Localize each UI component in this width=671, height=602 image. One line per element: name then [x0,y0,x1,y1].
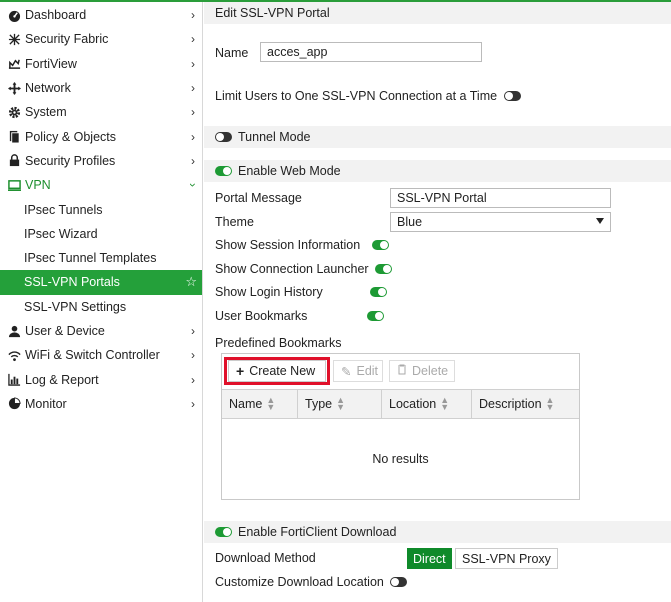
no-results-text: No results [372,452,429,466]
sidebar-item-ipsec-wizard[interactable]: IPsec Wizard [0,222,202,246]
lock-icon [7,154,21,168]
bookmarks-panel: + Create New ✎ Edit Delete Name ▲ ▼ Type ▲ ▼… [221,353,580,500]
chevron-down-icon: › [186,183,200,188]
pie-icon [7,397,21,411]
sidebar-item-policy-objects[interactable]: Policy & Objects › [0,124,202,148]
session-info-toggle[interactable] [372,240,390,250]
sidebar-item-user-device[interactable]: User & Device › [0,319,202,343]
connection-launcher-toggle[interactable] [374,264,392,274]
web-mode-toggle[interactable] [215,166,232,176]
tunnel-mode-toggle[interactable] [215,132,232,142]
sidebar: Dashboard › Security Fabric › FortiView … [0,2,203,602]
web-mode-row: Enable Web Mode [215,162,341,180]
portal-message-label: Portal Message [215,191,302,205]
delete-button[interactable]: Delete [389,360,455,382]
column-type[interactable]: Type ▲ ▼ [298,390,382,418]
limit-users-toggle[interactable] [504,91,522,101]
chevron-right-icon: › [191,396,195,411]
custom-download-toggle[interactable] [389,577,407,587]
edit-button[interactable]: ✎ Edit [333,360,383,382]
sort-icon: ▲ ▼ [266,395,276,412]
predefined-bookmarks-label: Predefined Bookmarks [215,336,342,350]
pencil-icon: ✎ [341,364,352,379]
sidebar-item-log-report[interactable]: Log & Report › [0,367,202,391]
sidebar-item-ipsec-tunnel-templates[interactable]: IPsec Tunnel Templates [0,246,202,270]
star-icon[interactable]: ☆ [185,274,197,290]
sidebar-item-security-profiles[interactable]: Security Profiles › [0,149,202,173]
chevron-right-icon: › [191,372,195,387]
sidebar-item-ssl-vpn-portals[interactable]: SSL-VPN Portals ☆ [0,270,202,295]
main-panel: Edit SSL-VPN Portal Name acces_app Limit… [204,2,671,602]
chevron-right-icon: › [191,348,195,363]
chart-icon [7,373,21,387]
wifi-icon [7,348,21,362]
download-method-label: Download Method [215,551,316,565]
chevron-right-icon: › [191,81,195,96]
sidebar-item-wifi-switch[interactable]: WiFi & Switch Controller › [0,343,202,367]
connection-launcher-row: Show Connection Launcher [215,260,392,278]
theme-select[interactable]: Blue [390,212,611,232]
chevron-right-icon: › [191,324,195,338]
login-history-toggle[interactable] [369,287,387,297]
sidebar-item-security-fabric[interactable]: Security Fabric › [0,27,202,51]
plus-icon: + [236,363,245,379]
trash-icon [397,364,407,378]
sidebar-item-fortiview[interactable]: FortiView › [0,52,202,76]
sidebar-item-ssl-vpn-settings[interactable]: SSL-VPN Settings [0,295,202,319]
sidebar-item-vpn[interactable]: VPN › [0,173,202,197]
sidebar-item-ipsec-tunnels[interactable]: IPsec Tunnels [0,197,202,221]
chevron-right-icon: › [191,56,195,71]
fortiview-icon [7,57,21,71]
forticlient-row: Enable FortiClient Download [215,523,396,541]
column-description[interactable]: Description ▲ ▼ [472,390,579,418]
user-icon [7,324,21,338]
sort-icon: ▲ ▼ [336,395,346,412]
portal-message-input[interactable]: SSL-VPN Portal [390,188,611,208]
gear-icon [7,105,21,119]
policy-icon [7,130,21,144]
ssl-vpn-proxy-option[interactable]: SSL-VPN Proxy [455,548,558,569]
chevron-right-icon: › [191,153,195,168]
limit-users-row: Limit Users to One SSL-VPN Connection at… [215,87,522,105]
fabric-icon [7,32,21,46]
page-title: Edit SSL-VPN Portal [204,2,671,24]
sidebar-item-monitor[interactable]: Monitor › [0,392,202,416]
custom-download-row: Customize Download Location [215,573,407,591]
chevron-right-icon: › [191,129,195,144]
monitor-icon [7,178,21,192]
caret-down-icon [596,218,604,224]
direct-option[interactable]: Direct [407,548,452,569]
network-icon [7,81,21,95]
column-name[interactable]: Name ▲ ▼ [222,390,298,418]
sidebar-item-network[interactable]: Network › [0,76,202,100]
dashboard-icon [7,8,21,22]
create-new-button[interactable]: + Create New [228,360,326,382]
chevron-right-icon: › [191,32,195,47]
name-input[interactable]: acces_app [260,42,482,62]
column-location[interactable]: Location ▲ ▼ [382,390,472,418]
bookmarks-table-header: Name ▲ ▼ Type ▲ ▼ Location ▲ ▼ Description ▲ ▼ [222,389,579,419]
sort-icon: ▲ ▼ [545,395,555,412]
sidebar-item-system[interactable]: System › [0,100,202,124]
theme-label: Theme [215,215,254,229]
tunnel-mode-row: Tunnel Mode [215,128,311,146]
sidebar-item-dashboard[interactable]: Dashboard › [0,3,202,27]
forticlient-toggle[interactable] [215,527,232,537]
sort-icon: ▲ ▼ [440,395,450,412]
user-bookmarks-row: User Bookmarks [215,307,385,325]
chevron-right-icon: › [191,105,195,120]
login-history-row: Show Login History [215,283,387,301]
name-label: Name [215,46,249,60]
user-bookmarks-toggle[interactable] [367,311,385,321]
session-info-row: Show Session Information [215,236,390,254]
chevron-right-icon: › [191,8,195,23]
